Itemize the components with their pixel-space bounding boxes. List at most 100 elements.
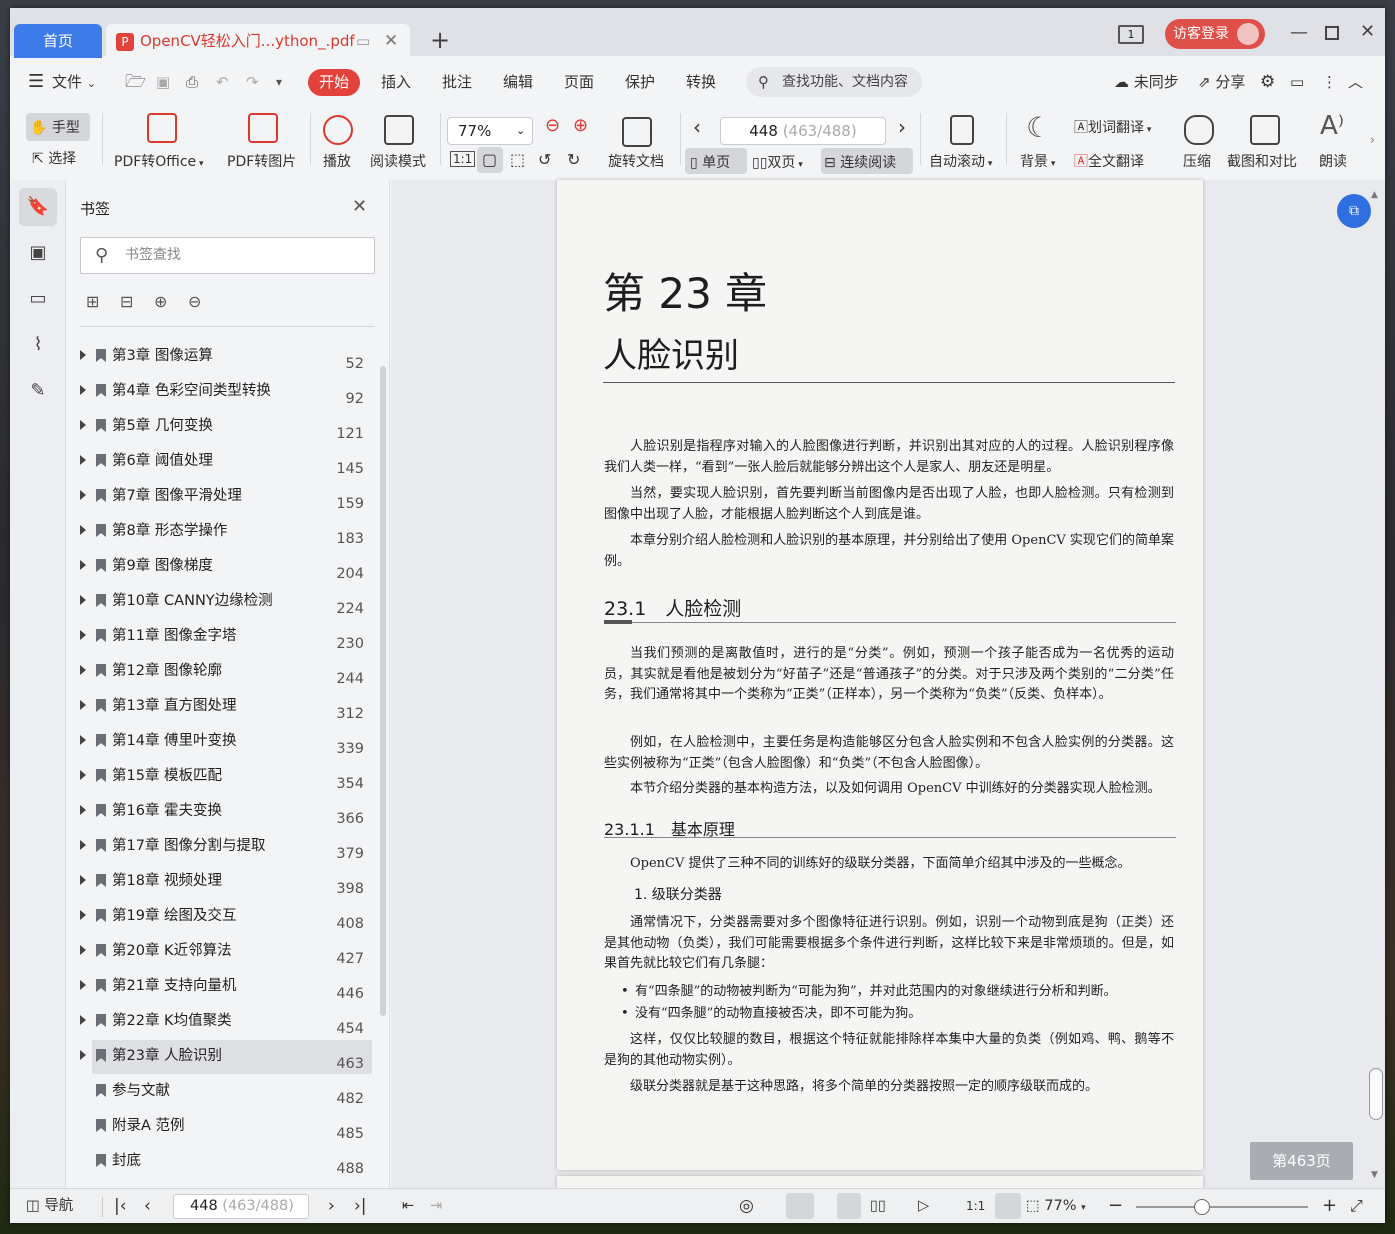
bookmark-search-input[interactable]: ⚲ 书签查找: [80, 237, 375, 274]
collapse-ribbon-icon[interactable]: ︿: [1348, 66, 1363, 98]
save-icon[interactable]: ▣: [156, 66, 170, 98]
menu-annotate[interactable]: 批注: [442, 66, 472, 98]
continuous-status-icon[interactable]: [786, 1193, 814, 1219]
menu-insert[interactable]: 插入: [381, 66, 411, 98]
prev-page-status-icon[interactable]: ‹: [144, 1189, 151, 1223]
bookmark-scrollbar[interactable]: [380, 366, 386, 1016]
bookmark-item[interactable]: 第12章 图像轮廓 244: [80, 655, 372, 689]
select-tool[interactable]: ⇱ 选择: [32, 148, 76, 168]
bookmark-item[interactable]: 第11章 图像金字塔 230: [80, 620, 372, 654]
comment-panel-icon[interactable]: ▭: [19, 280, 57, 318]
expand-all-icon[interactable]: ⊞: [86, 292, 99, 311]
sync-status[interactable]: ☁ 未同步: [1114, 66, 1179, 98]
bookmark-item-selected[interactable]: 第23章 人脸识别 463: [80, 1040, 372, 1074]
bookmark-item[interactable]: 第6章 阈值处理 145: [80, 445, 372, 479]
maximize-icon[interactable]: [1325, 26, 1339, 40]
zoom-slider-handle[interactable]: [1194, 1199, 1210, 1215]
fit-page-status-icon[interactable]: [995, 1193, 1021, 1219]
actual-size-icon[interactable]: 1:1: [450, 151, 476, 167]
prev-page-icon[interactable]: ‹: [693, 115, 701, 139]
zoom-in-status-icon[interactable]: +: [1322, 1189, 1337, 1223]
bookmark-item[interactable]: 第4章 色彩空间类型转换 92: [80, 375, 372, 409]
fit-page-icon[interactable]: ▢: [482, 150, 497, 169]
rotate-doc-button[interactable]: 旋转文档: [608, 151, 664, 171]
scroll-down-icon[interactable]: ▼: [1371, 1170, 1378, 1180]
next-page-status-icon[interactable]: ›: [328, 1189, 335, 1223]
redo-icon[interactable]: ↷: [246, 66, 259, 98]
minimize-icon[interactable]: —: [1290, 22, 1308, 43]
tab-document[interactable]: P OpenCV轻松入门...ython_.pdf ▭ ✕: [106, 24, 410, 58]
bookmark-item[interactable]: 第15章 模板匹配 354: [80, 760, 372, 794]
back-icon[interactable]: ⇤: [402, 1189, 414, 1223]
actual-size-status-icon[interactable]: 1:1: [966, 1189, 985, 1223]
tab-home[interactable]: 首页: [14, 24, 102, 58]
single-page-button[interactable]: ▯ 单页: [690, 152, 730, 172]
feature-search[interactable]: ⚲ 查找功能、文档内容: [746, 67, 922, 97]
zoom-out-icon[interactable]: ⊖: [545, 115, 560, 136]
attachment-panel-icon[interactable]: ⌇: [19, 326, 57, 364]
close-panel-icon[interactable]: ✕: [352, 196, 367, 217]
bookmark-item[interactable]: 第18章 视频处理 398: [80, 865, 372, 899]
menu-protect[interactable]: 保护: [625, 66, 655, 98]
bookmark-item[interactable]: 第3章 图像运算 52: [80, 340, 372, 374]
new-tab-icon[interactable]: +: [430, 26, 450, 54]
bookmark-item[interactable]: 第19章 绘图及交互 408: [80, 900, 372, 934]
menu-convert[interactable]: 转换: [686, 66, 716, 98]
more-icon[interactable]: ⋮: [1322, 66, 1337, 98]
menu-page[interactable]: 页面: [564, 66, 594, 98]
background-button[interactable]: 背景 ▾: [1020, 151, 1055, 171]
bookmark-item[interactable]: 第16章 霍夫变换 366: [80, 795, 372, 829]
word-translate-button[interactable]: 🄰划词翻译 ▾: [1074, 117, 1151, 137]
last-page-icon[interactable]: ›|: [354, 1189, 367, 1223]
bookmark-item[interactable]: 第13章 直方图处理 312: [80, 690, 372, 724]
window-count-icon[interactable]: 1: [1118, 25, 1144, 44]
single-page-status-icon[interactable]: [837, 1193, 861, 1219]
double-page-button[interactable]: ▯▯双页 ▾: [752, 152, 803, 172]
more-dropdown-icon[interactable]: ▾: [276, 66, 282, 98]
add-bookmark-icon[interactable]: ⊕: [154, 292, 167, 311]
settings-icon[interactable]: ⚙: [1260, 66, 1275, 98]
play-button[interactable]: 播放: [323, 151, 351, 171]
close-window-icon[interactable]: ✕: [1360, 21, 1375, 42]
bookmark-item[interactable]: 第21章 支持向量机 446: [80, 970, 372, 1004]
read-aloud-button[interactable]: 朗读: [1319, 151, 1347, 171]
page-number-input[interactable]: 448 (463/488): [720, 117, 886, 145]
next-page-icon[interactable]: ›: [898, 115, 906, 139]
eye-care-icon[interactable]: ◎: [739, 1189, 754, 1223]
bookmark-item[interactable]: 第7章 图像平滑处理 159: [80, 480, 372, 514]
screenshot-compare-button[interactable]: 截图和对比: [1227, 151, 1297, 171]
rotate-right-icon[interactable]: ↻: [567, 150, 580, 169]
navigation-toggle[interactable]: ◫ 导航: [26, 1189, 73, 1223]
read-mode-button[interactable]: 阅读模式: [370, 151, 426, 171]
scroll-up-icon[interactable]: ▲: [1371, 190, 1378, 200]
collapse-all-icon[interactable]: ⊟: [120, 292, 133, 311]
open-icon[interactable]: 🗁: [125, 66, 146, 98]
play-status-icon[interactable]: ▷: [918, 1189, 929, 1223]
bookmark-item[interactable]: 第10章 CANNY边缘检测 224: [80, 585, 372, 619]
bookmark-item[interactable]: 参与文献 482: [80, 1075, 372, 1109]
continuous-read-button[interactable]: ⊟ 连续阅读: [824, 152, 896, 172]
autoscroll-button[interactable]: 自动滚动 ▾: [929, 151, 992, 171]
ribbon-scroll-icon[interactable]: ›: [1370, 133, 1375, 147]
zoom-out-status-icon[interactable]: −: [1108, 1189, 1123, 1223]
close-tab-icon[interactable]: ✕: [384, 24, 398, 58]
guest-login-button[interactable]: 访客登录: [1165, 19, 1265, 49]
bookmark-item[interactable]: 第20章 K近邻算法 427: [80, 935, 372, 969]
share-button[interactable]: ⇗ 分享: [1198, 66, 1245, 98]
document-viewport[interactable]: 第 23 章 人脸识别 人脸识别是指程序对输入的人脸图像进行判断，并识别出其对应…: [391, 180, 1385, 1188]
compress-button[interactable]: 压缩: [1183, 151, 1211, 171]
zoom-status[interactable]: ⬚ 77% ▾: [1026, 1189, 1086, 1223]
bookmark-item[interactable]: 第14章 傅里叶变换 339: [80, 725, 372, 759]
undo-icon[interactable]: ↶: [216, 66, 229, 98]
bookmark-item[interactable]: 第5章 几何变换 121: [80, 410, 372, 444]
status-page-input[interactable]: 448 (463/488): [173, 1194, 309, 1219]
zoom-slider-track[interactable]: [1136, 1206, 1308, 1208]
bookmark-item[interactable]: 封底 488: [80, 1145, 372, 1179]
menu-start[interactable]: 开始: [308, 69, 360, 96]
bookmark-panel-icon[interactable]: 🔖: [19, 188, 57, 226]
signature-panel-icon[interactable]: ✎: [19, 372, 57, 410]
bookmark-item[interactable]: 第17章 图像分割与提取 379: [80, 830, 372, 864]
first-page-icon[interactable]: |‹: [114, 1189, 127, 1223]
float-tool-icon[interactable]: ⧉: [1337, 194, 1371, 228]
remove-bookmark-icon[interactable]: ⊖: [188, 292, 201, 311]
